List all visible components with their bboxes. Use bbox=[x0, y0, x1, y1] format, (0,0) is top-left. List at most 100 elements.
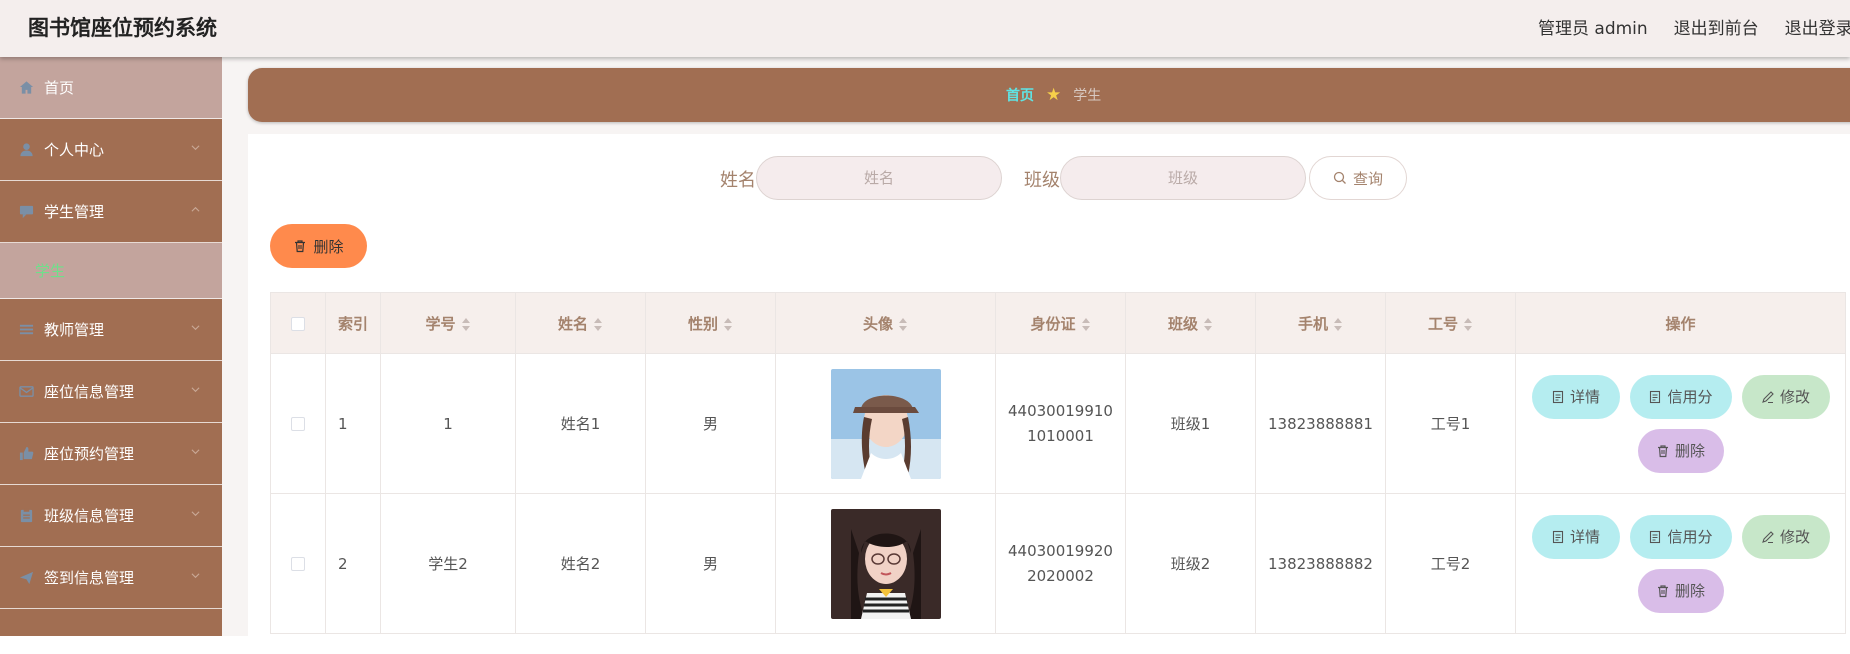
cell-id-card: 44030019920 2020002 bbox=[995, 493, 1126, 634]
sort-icon[interactable] bbox=[899, 317, 908, 331]
student-table: 索引 学号 姓名 性别 头像 身份证 班级 手机 工号 操作 1 1 姓名1 男… bbox=[270, 292, 1846, 634]
sort-icon[interactable] bbox=[594, 317, 603, 331]
sort-icon[interactable] bbox=[724, 317, 733, 331]
sort-icon[interactable] bbox=[1081, 317, 1091, 331]
class-search-label: 班级 bbox=[1024, 170, 1060, 191]
sidebar-item-checkin-info[interactable]: 签到信息管理 bbox=[0, 547, 222, 609]
chevron-down-icon bbox=[191, 573, 200, 579]
sidebar-item-personal[interactable]: 个人中心 bbox=[0, 119, 222, 181]
top-bar: 图书馆座位预约系统 管理员 admin 退出到前台 退出登录 bbox=[0, 0, 1850, 57]
breadcrumb-current: 学生 bbox=[1073, 88, 1102, 104]
chat-icon bbox=[18, 204, 34, 220]
document-icon bbox=[1650, 390, 1661, 403]
trash-icon bbox=[1657, 584, 1668, 597]
sidebar-item-seat-booking[interactable]: 座位预约管理 bbox=[0, 423, 222, 485]
cell-index: 2 bbox=[325, 493, 381, 634]
sidebar-item-class-info[interactable]: 班级信息管理 bbox=[0, 485, 222, 547]
cell-actions: 详情 信用分 修改 删除 bbox=[1515, 493, 1846, 634]
sidebar-item-students[interactable]: 学生管理 bbox=[0, 181, 222, 243]
breadcrumb-home[interactable]: 首页 bbox=[1006, 85, 1034, 105]
column-header-gender[interactable]: 性别 bbox=[645, 292, 776, 354]
cell-student-no: 学生2 bbox=[380, 493, 516, 634]
detail-button[interactable]: 详情 bbox=[1531, 374, 1620, 419]
document-icon bbox=[1552, 390, 1564, 403]
sidebar-item-label: 座位预约管理 bbox=[44, 445, 135, 463]
class-search-input[interactable]: 班级 bbox=[1060, 156, 1306, 200]
chevron-down-icon bbox=[191, 449, 200, 455]
query-button[interactable]: 查询 bbox=[1309, 156, 1407, 200]
trash-icon bbox=[1657, 444, 1668, 457]
sort-icon[interactable] bbox=[461, 317, 471, 331]
chevron-up-icon bbox=[191, 206, 200, 212]
mail-icon bbox=[18, 384, 34, 400]
cell-work-no: 工号2 bbox=[1385, 493, 1516, 634]
edit-icon bbox=[1762, 390, 1774, 403]
delete-button[interactable]: 删除 bbox=[1637, 428, 1724, 473]
column-header-actions: 操作 bbox=[1515, 292, 1846, 354]
detail-button[interactable]: 详情 bbox=[1531, 514, 1620, 559]
edit-button[interactable]: 修改 bbox=[1741, 374, 1830, 419]
cell-phone: 13823888882 bbox=[1255, 493, 1386, 634]
sidebar-item-label: 教师管理 bbox=[44, 321, 105, 339]
select-all-checkbox[interactable] bbox=[291, 316, 305, 331]
home-icon bbox=[18, 80, 34, 96]
column-header-avatar[interactable]: 头像 bbox=[775, 292, 996, 354]
cell-student-no: 1 bbox=[380, 353, 516, 494]
avatar-image bbox=[830, 508, 941, 619]
query-button-label: 查询 bbox=[1352, 169, 1383, 188]
main-content: 首页 ★ 学生 姓名 姓名 班级 班级 查询 删除 索引 学号 姓名 性别 头像… bbox=[222, 57, 1850, 654]
cell-class: 班级1 bbox=[1125, 353, 1256, 494]
credit-score-button[interactable]: 信用分 bbox=[1629, 374, 1732, 419]
content-panel: 姓名 姓名 班级 班级 查询 删除 索引 学号 姓名 性别 头像 身份证 班级 … bbox=[248, 134, 1850, 654]
clipboard-icon bbox=[18, 508, 34, 524]
cell-gender: 男 bbox=[645, 493, 776, 634]
star-icon: ★ bbox=[1046, 84, 1062, 105]
document-icon bbox=[1650, 530, 1661, 543]
delete-button[interactable]: 删除 bbox=[1637, 568, 1724, 613]
name-search-input[interactable]: 姓名 bbox=[756, 156, 1002, 200]
cell-name: 姓名2 bbox=[515, 493, 646, 634]
column-header-name[interactable]: 姓名 bbox=[515, 292, 646, 354]
user-icon bbox=[18, 142, 34, 158]
chevron-down-icon bbox=[191, 511, 200, 517]
top-links: 管理员 admin 退出到前台 退出登录 bbox=[1538, 14, 1850, 39]
breadcrumb: 首页 ★ 学生 bbox=[248, 68, 1850, 122]
sidebar-item-teachers[interactable]: 教师管理 bbox=[0, 299, 222, 361]
cell-phone: 13823888881 bbox=[1255, 353, 1386, 494]
cell-class: 班级2 bbox=[1125, 493, 1256, 634]
credit-score-button[interactable]: 信用分 bbox=[1629, 514, 1732, 559]
select-all-cell bbox=[270, 292, 326, 354]
column-header-student-no[interactable]: 学号 bbox=[380, 292, 516, 354]
sidebar-item-label: 首页 bbox=[44, 79, 75, 97]
cell-index: 1 bbox=[325, 353, 381, 494]
search-icon bbox=[1333, 171, 1346, 184]
column-header-phone[interactable]: 手机 bbox=[1255, 292, 1386, 354]
column-header-work-no[interactable]: 工号 bbox=[1385, 292, 1516, 354]
sidebar-item-home[interactable]: 首页 bbox=[0, 57, 222, 119]
admin-user-link[interactable]: 管理员 admin bbox=[1538, 14, 1648, 39]
edit-button[interactable]: 修改 bbox=[1741, 514, 1830, 559]
chevron-down-icon bbox=[191, 325, 200, 331]
column-header-id-card[interactable]: 身份证 bbox=[995, 292, 1126, 354]
sort-icon[interactable] bbox=[1464, 317, 1473, 331]
cell-name: 姓名1 bbox=[515, 353, 646, 494]
sidebar-item-label: 个人中心 bbox=[44, 141, 105, 159]
batch-delete-button[interactable]: 删除 bbox=[270, 224, 367, 268]
logout-link[interactable]: 退出登录 bbox=[1785, 14, 1850, 39]
table-row: 2 学生2 姓名2 男 44030019920 2020002 班级2 1382… bbox=[270, 493, 1846, 634]
cell-actions: 详情 信用分 修改 删除 bbox=[1515, 353, 1846, 494]
sidebar-subitem-student[interactable]: 学生 bbox=[0, 243, 222, 299]
send-icon bbox=[18, 570, 34, 586]
document-icon bbox=[1552, 530, 1564, 543]
sort-icon[interactable] bbox=[1204, 317, 1213, 331]
row-checkbox[interactable] bbox=[291, 557, 305, 571]
back-to-frontend-link[interactable]: 退出到前台 bbox=[1674, 14, 1759, 39]
column-header-class[interactable]: 班级 bbox=[1125, 292, 1256, 354]
thumb-icon bbox=[18, 446, 34, 462]
sidebar-item-label: 座位信息管理 bbox=[44, 383, 135, 401]
avatar-image bbox=[830, 368, 941, 479]
sidebar-item-seat-info[interactable]: 座位信息管理 bbox=[0, 361, 222, 423]
row-checkbox[interactable] bbox=[291, 417, 305, 431]
name-search-label: 姓名 bbox=[720, 170, 756, 191]
sort-icon[interactable] bbox=[1334, 317, 1343, 331]
